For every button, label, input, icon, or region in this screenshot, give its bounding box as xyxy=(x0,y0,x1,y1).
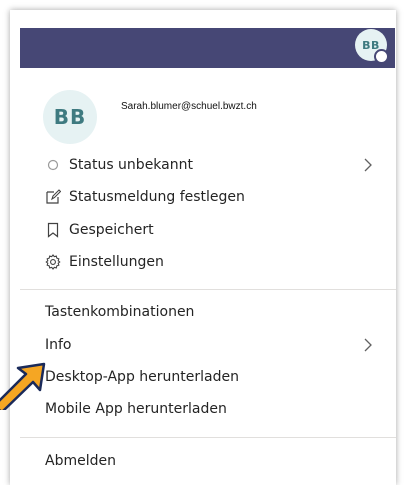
profile-avatar-initials: BB xyxy=(53,105,87,129)
edit-message-icon xyxy=(45,189,61,205)
saved-item[interactable]: Gespeichert xyxy=(45,219,154,241)
settings-item[interactable]: Einstellungen xyxy=(45,251,164,273)
profile-avatar[interactable]: BB xyxy=(43,90,97,144)
status-circle-icon xyxy=(45,157,61,173)
profile-email: Sarah.blumer@schuel.bwzt.ch xyxy=(121,101,257,112)
set-status-message-item[interactable]: Statusmeldung festlegen xyxy=(45,186,245,208)
chevron-right-icon xyxy=(364,338,372,352)
download-desktop-app-item[interactable]: Desktop-App herunterladen xyxy=(45,369,239,385)
download-mobile-app-item[interactable]: Mobile App herunterladen xyxy=(45,401,227,417)
settings-label: Einstellungen xyxy=(69,254,164,270)
gear-icon xyxy=(45,254,61,270)
divider xyxy=(20,289,396,290)
logout-item[interactable]: Abmelden xyxy=(45,453,116,469)
bookmark-icon xyxy=(45,222,61,238)
set-status-message-label: Statusmeldung festlegen xyxy=(69,189,245,205)
chevron-right-icon xyxy=(364,158,372,172)
header-bar xyxy=(20,28,395,68)
status-label: Status unbekannt xyxy=(69,157,193,173)
saved-label: Gespeichert xyxy=(69,222,154,238)
status-item[interactable]: Status unbekannt xyxy=(45,154,193,176)
divider xyxy=(20,437,396,438)
keyboard-shortcuts-item[interactable]: Tastenkombinationen xyxy=(45,304,194,320)
pointer-arrow-icon xyxy=(0,362,46,410)
header-status-dot xyxy=(374,49,389,64)
